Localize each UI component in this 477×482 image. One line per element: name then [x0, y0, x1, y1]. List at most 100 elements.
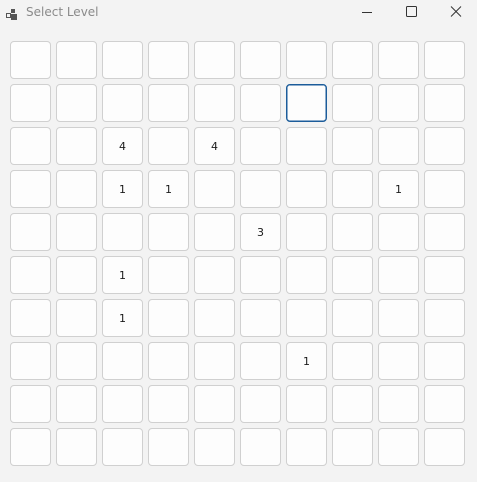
- level-cell-r0-c1[interactable]: [56, 41, 97, 79]
- level-cell-r3-c2[interactable]: 1: [102, 170, 143, 208]
- level-cell-r3-c1[interactable]: [56, 170, 97, 208]
- level-cell-r5-c7[interactable]: [332, 256, 373, 294]
- level-cell-r8-c4[interactable]: [194, 385, 235, 423]
- level-cell-r2-c0[interactable]: [10, 127, 51, 165]
- level-cell-r8-c7[interactable]: [332, 385, 373, 423]
- level-cell-r1-c8[interactable]: [378, 84, 419, 122]
- level-cell-r1-c0[interactable]: [10, 84, 51, 122]
- level-cell-r4-c7[interactable]: [332, 213, 373, 251]
- level-cell-r0-c2[interactable]: [102, 41, 143, 79]
- level-cell-r3-c3[interactable]: 1: [148, 170, 189, 208]
- level-cell-r6-c3[interactable]: [148, 299, 189, 337]
- level-cell-r8-c6[interactable]: [286, 385, 327, 423]
- level-cell-r0-c5[interactable]: [240, 41, 281, 79]
- level-cell-r4-c6[interactable]: [286, 213, 327, 251]
- level-cell-r7-c0[interactable]: [10, 342, 51, 380]
- level-cell-r5-c0[interactable]: [10, 256, 51, 294]
- level-cell-r7-c3[interactable]: [148, 342, 189, 380]
- minimize-button[interactable]: [345, 0, 389, 26]
- level-cell-r1-c1[interactable]: [56, 84, 97, 122]
- level-cell-r9-c3[interactable]: [148, 428, 189, 466]
- level-cell-r4-c0[interactable]: [10, 213, 51, 251]
- level-cell-r8-c3[interactable]: [148, 385, 189, 423]
- level-cell-r1-c7[interactable]: [332, 84, 373, 122]
- level-cell-r3-c8[interactable]: 1: [378, 170, 419, 208]
- level-cell-r4-c1[interactable]: [56, 213, 97, 251]
- level-cell-r6-c0[interactable]: [10, 299, 51, 337]
- level-cell-r9-c6[interactable]: [286, 428, 327, 466]
- level-cell-r3-c9[interactable]: [424, 170, 465, 208]
- level-cell-r3-c6[interactable]: [286, 170, 327, 208]
- level-cell-r5-c9[interactable]: [424, 256, 465, 294]
- level-cell-r2-c1[interactable]: [56, 127, 97, 165]
- level-cell-r5-c1[interactable]: [56, 256, 97, 294]
- level-cell-r4-c5[interactable]: 3: [240, 213, 281, 251]
- level-cell-r4-c3[interactable]: [148, 213, 189, 251]
- level-cell-r3-c5[interactable]: [240, 170, 281, 208]
- level-cell-r1-c3[interactable]: [148, 84, 189, 122]
- level-cell-r9-c1[interactable]: [56, 428, 97, 466]
- level-cell-r6-c5[interactable]: [240, 299, 281, 337]
- level-cell-r9-c0[interactable]: [10, 428, 51, 466]
- level-cell-r2-c6[interactable]: [286, 127, 327, 165]
- level-cell-r2-c2[interactable]: 4: [102, 127, 143, 165]
- level-cell-r4-c9[interactable]: [424, 213, 465, 251]
- level-cell-r0-c7[interactable]: [332, 41, 373, 79]
- level-cell-r5-c8[interactable]: [378, 256, 419, 294]
- level-cell-r0-c3[interactable]: [148, 41, 189, 79]
- level-cell-r8-c5[interactable]: [240, 385, 281, 423]
- level-cell-r7-c5[interactable]: [240, 342, 281, 380]
- level-cell-r1-c9[interactable]: [424, 84, 465, 122]
- level-cell-r7-c7[interactable]: [332, 342, 373, 380]
- level-cell-r2-c3[interactable]: [148, 127, 189, 165]
- level-cell-r6-c9[interactable]: [424, 299, 465, 337]
- level-cell-r0-c4[interactable]: [194, 41, 235, 79]
- level-cell-r5-c3[interactable]: [148, 256, 189, 294]
- level-cell-r0-c0[interactable]: [10, 41, 51, 79]
- level-cell-r9-c9[interactable]: [424, 428, 465, 466]
- level-cell-r6-c8[interactable]: [378, 299, 419, 337]
- level-cell-r9-c8[interactable]: [378, 428, 419, 466]
- level-cell-r8-c0[interactable]: [10, 385, 51, 423]
- level-cell-r6-c4[interactable]: [194, 299, 235, 337]
- level-cell-r2-c4[interactable]: 4: [194, 127, 235, 165]
- level-cell-r1-c4[interactable]: [194, 84, 235, 122]
- level-cell-r2-c9[interactable]: [424, 127, 465, 165]
- level-cell-r2-c8[interactable]: [378, 127, 419, 165]
- level-cell-r8-c2[interactable]: [102, 385, 143, 423]
- level-cell-r7-c8[interactable]: [378, 342, 419, 380]
- level-cell-r0-c8[interactable]: [378, 41, 419, 79]
- level-cell-r7-c1[interactable]: [56, 342, 97, 380]
- level-cell-r4-c8[interactable]: [378, 213, 419, 251]
- level-cell-r3-c7[interactable]: [332, 170, 373, 208]
- level-cell-r9-c4[interactable]: [194, 428, 235, 466]
- level-cell-r4-c4[interactable]: [194, 213, 235, 251]
- level-cell-r1-c2[interactable]: [102, 84, 143, 122]
- level-cell-r0-c6[interactable]: [286, 41, 327, 79]
- level-cell-r7-c9[interactable]: [424, 342, 465, 380]
- level-cell-r9-c2[interactable]: [102, 428, 143, 466]
- level-cell-r8-c9[interactable]: [424, 385, 465, 423]
- level-cell-r6-c7[interactable]: [332, 299, 373, 337]
- level-cell-r2-c5[interactable]: [240, 127, 281, 165]
- level-cell-r4-c2[interactable]: [102, 213, 143, 251]
- level-cell-r5-c4[interactable]: [194, 256, 235, 294]
- level-cell-r5-c5[interactable]: [240, 256, 281, 294]
- level-cell-r6-c1[interactable]: [56, 299, 97, 337]
- title-bar[interactable]: Select Level: [0, 0, 477, 26]
- level-cell-r9-c5[interactable]: [240, 428, 281, 466]
- level-cell-r8-c1[interactable]: [56, 385, 97, 423]
- level-cell-r6-c2[interactable]: 1: [102, 299, 143, 337]
- level-cell-r1-c6[interactable]: [286, 84, 327, 122]
- level-cell-r7-c6[interactable]: 1: [286, 342, 327, 380]
- level-cell-r7-c4[interactable]: [194, 342, 235, 380]
- level-cell-r0-c9[interactable]: [424, 41, 465, 79]
- maximize-button[interactable]: [389, 0, 433, 26]
- level-cell-r5-c2[interactable]: 1: [102, 256, 143, 294]
- level-cell-r8-c8[interactable]: [378, 385, 419, 423]
- level-cell-r5-c6[interactable]: [286, 256, 327, 294]
- level-cell-r9-c7[interactable]: [332, 428, 373, 466]
- level-cell-r7-c2[interactable]: [102, 342, 143, 380]
- close-button[interactable]: [433, 0, 477, 26]
- level-cell-r2-c7[interactable]: [332, 127, 373, 165]
